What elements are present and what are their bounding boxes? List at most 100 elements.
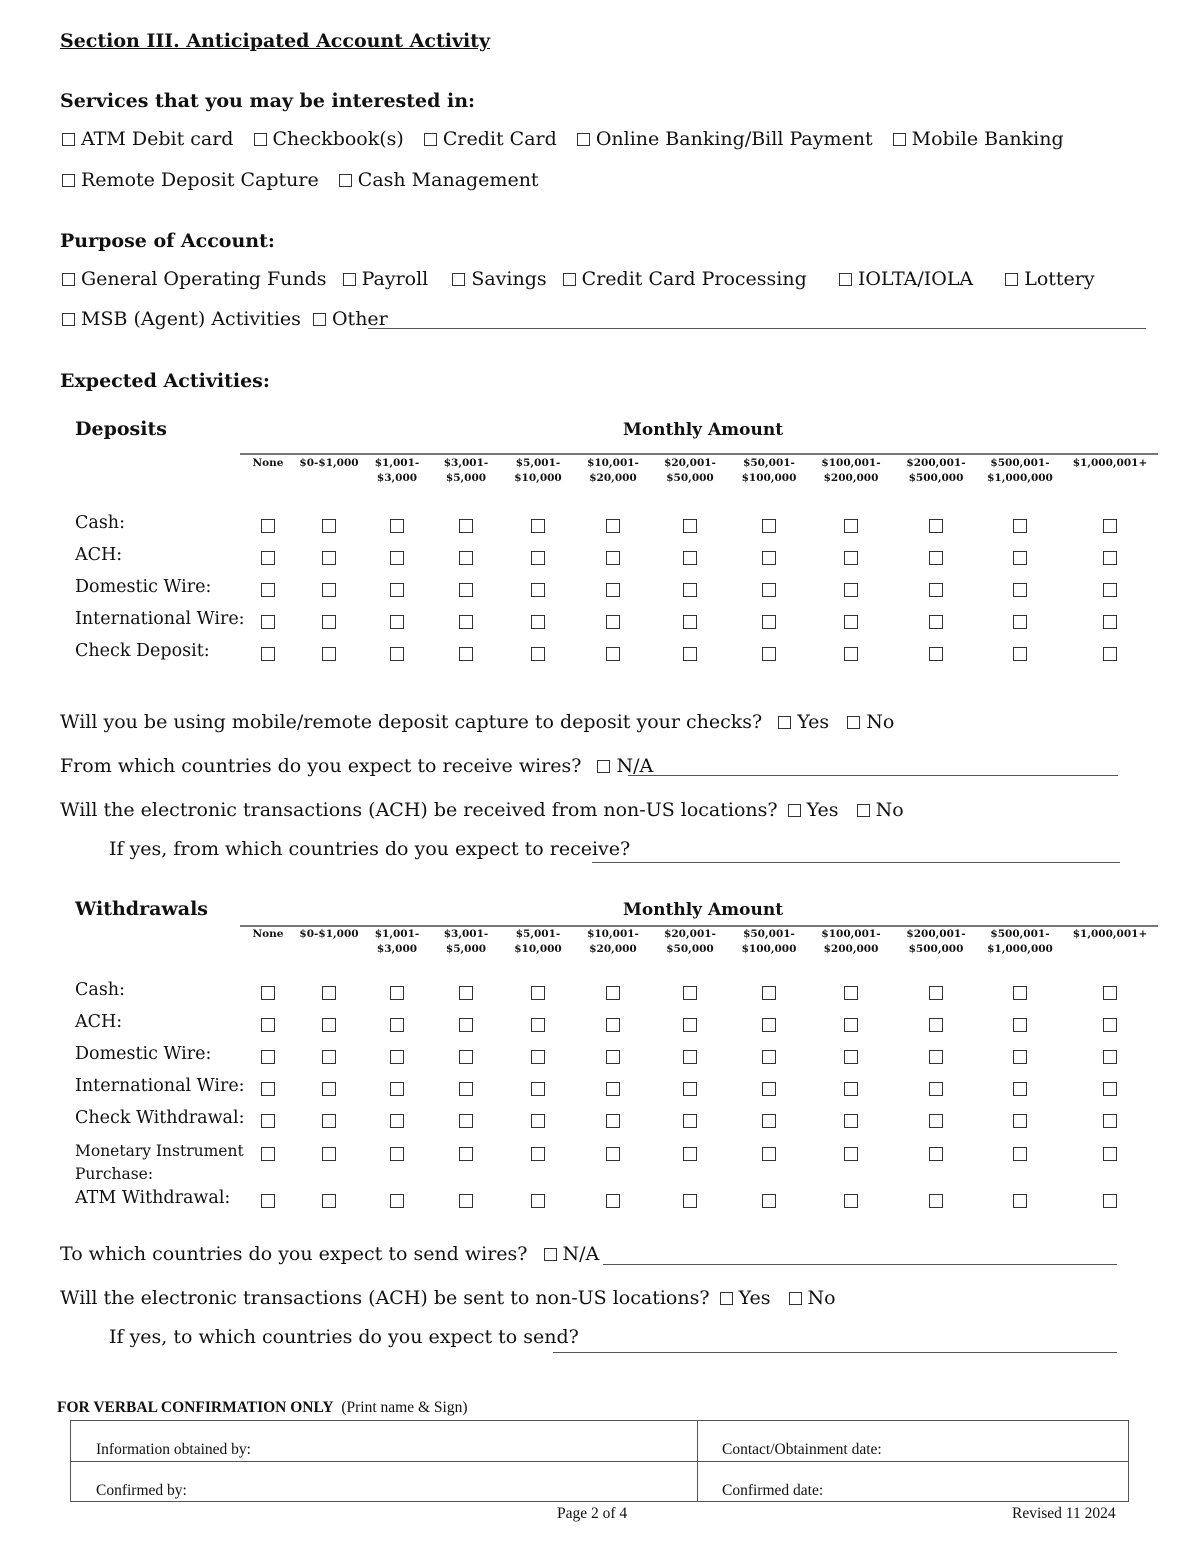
amount-checkbox[interactable] [459,647,473,661]
amount-checkbox[interactable] [322,519,336,533]
amount-checkbox[interactable] [683,1082,697,1096]
amount-checkbox[interactable] [844,1194,858,1208]
amount-checkbox[interactable] [844,1082,858,1096]
amount-checkbox[interactable] [390,519,404,533]
service-option[interactable]: Checkbook(s) [253,128,404,150]
purpose-option[interactable]: General Operating Funds [62,268,327,290]
checkbox[interactable] [312,313,326,326]
checkbox[interactable] [62,174,75,187]
amount-checkbox[interactable] [459,1114,473,1128]
checkbox[interactable] [543,1248,557,1261]
amount-checkbox[interactable] [606,551,620,565]
amount-checkbox[interactable] [390,647,404,661]
amount-checkbox[interactable] [844,1050,858,1064]
amount-checkbox[interactable] [929,519,943,533]
amount-checkbox[interactable] [929,647,943,661]
amount-checkbox[interactable] [606,1194,620,1208]
amount-checkbox[interactable] [261,615,275,629]
amount-checkbox[interactable] [606,1018,620,1032]
amount-checkbox[interactable] [844,1114,858,1128]
receive-wires-countries-field[interactable] [628,775,1118,776]
ach-sent-no[interactable]: No [788,1287,836,1309]
amount-checkbox[interactable] [322,615,336,629]
amount-checkbox[interactable] [1103,986,1117,1000]
amount-checkbox[interactable] [1013,1018,1027,1032]
amount-checkbox[interactable] [929,1147,943,1161]
amount-checkbox[interactable] [606,583,620,597]
information-obtained-by-field[interactable]: Information obtained by: [96,1441,251,1459]
amount-checkbox[interactable] [459,551,473,565]
amount-checkbox[interactable] [459,1050,473,1064]
amount-checkbox[interactable] [762,1194,776,1208]
amount-checkbox[interactable] [1103,615,1117,629]
amount-checkbox[interactable] [531,1147,545,1161]
amount-checkbox[interactable] [459,986,473,1000]
amount-checkbox[interactable] [1013,1050,1027,1064]
amount-checkbox[interactable] [1103,1147,1117,1161]
amount-checkbox[interactable] [261,1082,275,1096]
amount-checkbox[interactable] [606,1082,620,1096]
amount-checkbox[interactable] [762,1018,776,1032]
amount-checkbox[interactable] [531,986,545,1000]
service-option[interactable]: Credit Card [423,128,557,150]
amount-checkbox[interactable] [322,1050,336,1064]
service-option[interactable]: Mobile Banking [892,128,1064,150]
amount-checkbox[interactable] [390,1050,404,1064]
amount-checkbox[interactable] [531,551,545,565]
amount-checkbox[interactable] [762,583,776,597]
amount-checkbox[interactable] [762,1082,776,1096]
amount-checkbox[interactable] [683,519,697,533]
amount-checkbox[interactable] [844,986,858,1000]
ach-received-no[interactable]: No [856,799,904,821]
other-purpose-field[interactable] [368,328,1146,329]
amount-checkbox[interactable] [390,986,404,1000]
amount-checkbox[interactable] [683,986,697,1000]
amount-checkbox[interactable] [531,519,545,533]
amount-checkbox[interactable] [929,1050,943,1064]
amount-checkbox[interactable] [1103,1018,1117,1032]
amount-checkbox[interactable] [459,1018,473,1032]
amount-checkbox[interactable] [683,1050,697,1064]
amount-checkbox[interactable] [762,1050,776,1064]
amount-checkbox[interactable] [261,1018,275,1032]
amount-checkbox[interactable] [1013,1114,1027,1128]
amount-checkbox[interactable] [844,1147,858,1161]
amount-checkbox[interactable] [459,519,473,533]
amount-checkbox[interactable] [1103,1082,1117,1096]
amount-checkbox[interactable] [1103,551,1117,565]
amount-checkbox[interactable] [390,615,404,629]
amount-checkbox[interactable] [390,583,404,597]
amount-checkbox[interactable] [261,1194,275,1208]
amount-checkbox[interactable] [844,519,858,533]
checkbox[interactable] [338,174,352,187]
send-wires-na[interactable]: N/A [543,1243,599,1265]
checkbox[interactable] [62,273,75,286]
amount-checkbox[interactable] [683,583,697,597]
amount-checkbox[interactable] [683,615,697,629]
amount-checkbox[interactable] [261,1114,275,1128]
amount-checkbox[interactable] [762,1114,776,1128]
checkbox[interactable] [423,133,437,146]
amount-checkbox[interactable] [1013,1082,1027,1096]
checkbox[interactable] [562,273,576,286]
amount-checkbox[interactable] [929,1018,943,1032]
amount-checkbox[interactable] [1013,551,1027,565]
checkbox[interactable] [253,133,267,146]
checkbox[interactable] [778,716,792,729]
amount-checkbox[interactable] [844,551,858,565]
amount-checkbox[interactable] [390,1194,404,1208]
amount-checkbox[interactable] [606,1147,620,1161]
service-option[interactable]: Remote Deposit Capture [62,169,319,191]
amount-checkbox[interactable] [459,615,473,629]
purpose-option[interactable]: Payroll [342,268,428,290]
amount-checkbox[interactable] [261,551,275,565]
amount-checkbox[interactable] [531,615,545,629]
amount-checkbox[interactable] [531,647,545,661]
amount-checkbox[interactable] [606,1050,620,1064]
contact-obtainment-date-field[interactable]: Contact/Obtainment date: [722,1441,882,1459]
amount-checkbox[interactable] [1103,647,1117,661]
amount-checkbox[interactable] [1013,1194,1027,1208]
amount-checkbox[interactable] [1103,1050,1117,1064]
checkbox[interactable] [719,1292,733,1305]
checkbox[interactable] [342,273,356,286]
